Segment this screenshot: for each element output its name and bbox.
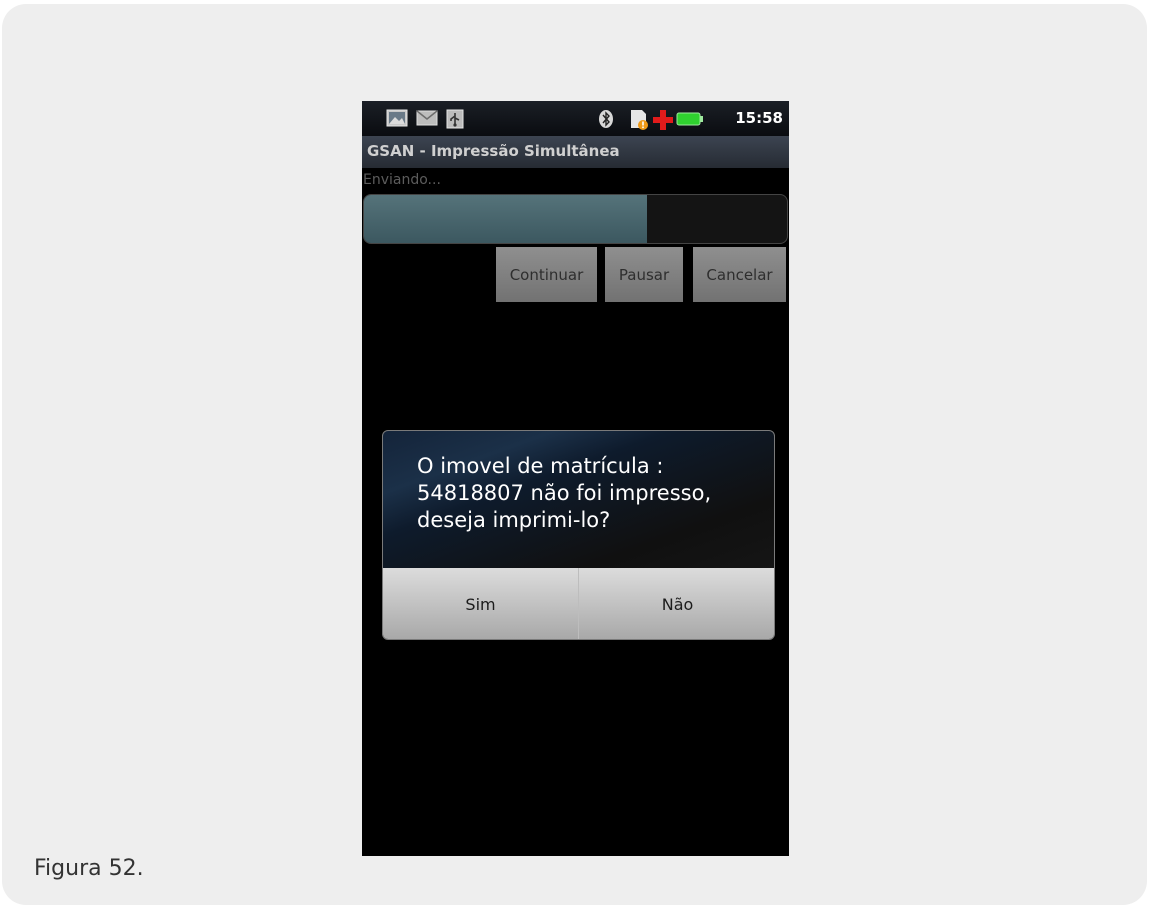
dialog-button-bar: Sim Não: [383, 568, 774, 639]
print-confirm-dialog: O imovel de matrícula : 54818807 não foi…: [382, 430, 775, 640]
yes-button[interactable]: Sim: [383, 568, 578, 639]
phone-screen: 15:58 GSAN - Impressão Simultânea Envian…: [362, 101, 789, 856]
usb-icon: [446, 109, 464, 129]
pause-button[interactable]: Pausar: [605, 247, 683, 302]
send-progress-bar: [363, 194, 788, 244]
image-notification-icon: [386, 109, 408, 127]
dialog-message: O imovel de matrícula : 54818807 não foi…: [417, 454, 712, 532]
sd-card-warning-icon: [631, 110, 648, 130]
app-title-bar: GSAN - Impressão Simultânea: [362, 136, 789, 168]
status-bar: 15:58: [362, 101, 789, 136]
app-title: GSAN - Impressão Simultânea: [367, 142, 620, 160]
cancel-button[interactable]: Cancelar: [693, 247, 786, 302]
sending-status-label: Enviando...: [363, 172, 441, 188]
battery-icon: [676, 112, 703, 126]
continue-button[interactable]: Continuar: [496, 247, 597, 302]
send-progress-fill: [364, 195, 648, 243]
mail-icon: [416, 110, 438, 126]
medical-cross-icon: [653, 110, 673, 130]
status-time: 15:58: [735, 109, 783, 127]
bluetooth-icon: [599, 110, 613, 128]
no-button[interactable]: Não: [579, 568, 774, 639]
figure-caption: Figura 52.: [34, 856, 144, 881]
